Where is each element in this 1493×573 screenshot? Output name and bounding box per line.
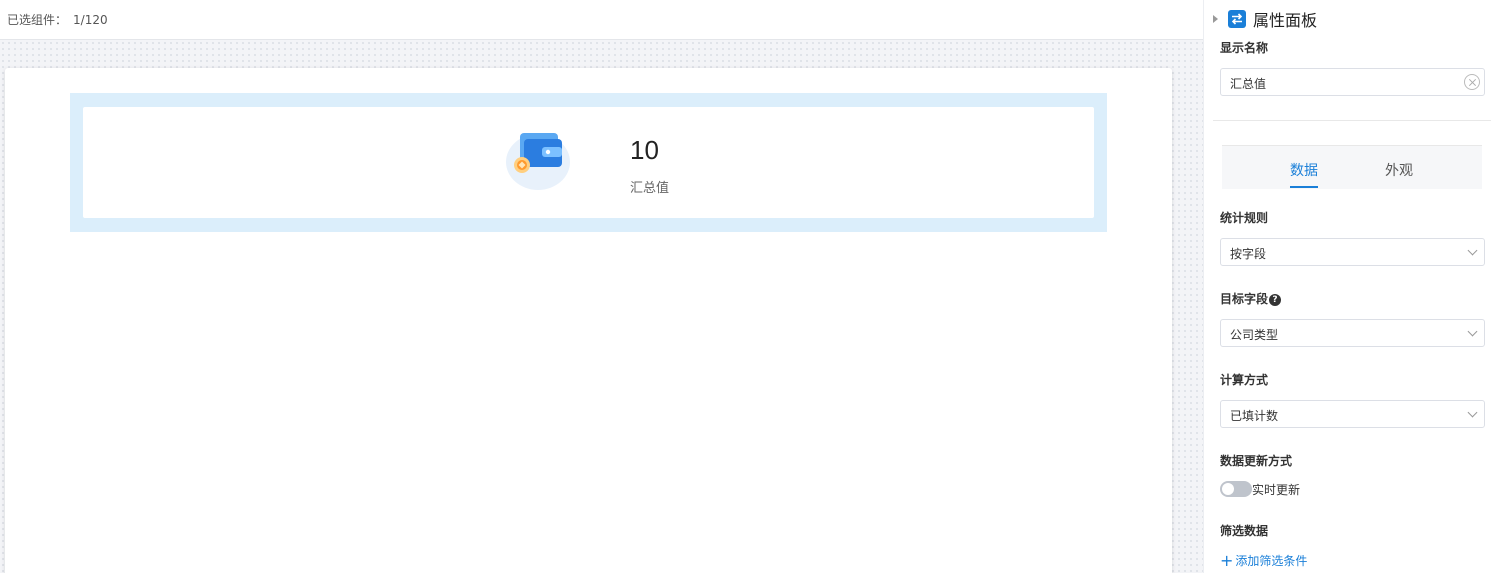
chevron-down-icon	[1467, 407, 1478, 418]
target-field-label: 目标字段	[1220, 292, 1269, 306]
tab-appearance[interactable]: 外观	[1385, 160, 1413, 180]
calc-method-select[interactable]: 已填计数	[1220, 400, 1485, 428]
chevron-down-icon	[1467, 245, 1478, 256]
panel-header[interactable]: 属性面板	[1213, 8, 1317, 30]
stat-rule-label: 统计规则	[1220, 211, 1269, 225]
clear-icon[interactable]	[1464, 74, 1480, 90]
panel-tabs: 数据 外观	[1222, 145, 1482, 189]
collapse-caret-icon[interactable]	[1213, 15, 1218, 23]
add-filter-label: 添加筛选条件	[1235, 554, 1308, 568]
help-icon[interactable]: ?	[1269, 294, 1282, 306]
summary-value: 10	[630, 135, 659, 165]
chevron-down-icon	[1467, 326, 1478, 337]
update-mode-label: 数据更新方式	[1220, 454, 1293, 468]
target-field-value: 公司类型	[1230, 328, 1279, 342]
calc-method-label: 计算方式	[1220, 373, 1269, 387]
summary-label: 汇总值	[630, 181, 670, 196]
property-panel: 属性面板 显示名称 汇总值 数据 外观 统计规则 按字段 目标字段? 公司类型 …	[1203, 0, 1493, 573]
panel-title: 属性面板	[1253, 11, 1318, 30]
section-divider	[1213, 120, 1491, 121]
target-field-label-row: 目标字段?	[1220, 290, 1282, 307]
settings-swap-icon	[1228, 10, 1246, 28]
realtime-update-label: 实时更新	[1252, 483, 1301, 497]
calc-method-value: 已填计数	[1230, 409, 1279, 423]
plus-icon: +	[1220, 550, 1234, 570]
display-name-label: 显示名称	[1220, 41, 1269, 55]
stat-rule-value: 按字段	[1230, 247, 1267, 261]
summary-widget-card[interactable]	[83, 107, 1094, 218]
selected-label: 已选组件：	[7, 13, 68, 27]
display-name-input[interactable]: 汇总值	[1220, 68, 1485, 96]
stat-rule-select[interactable]: 按字段	[1220, 238, 1485, 266]
canvas-toolbar: 已选组件： 1/120	[0, 0, 1203, 40]
realtime-update-toggle[interactable]	[1220, 481, 1252, 497]
filter-data-label: 筛选数据	[1220, 524, 1269, 538]
toggle-knob	[1222, 483, 1234, 495]
active-tab-indicator	[1290, 186, 1318, 188]
target-field-select[interactable]: 公司类型	[1220, 319, 1485, 347]
selected-components-count: 已选组件： 1/120	[7, 11, 108, 28]
display-name-value: 汇总值	[1230, 77, 1267, 91]
selected-count: 1/120	[73, 13, 108, 27]
wallet-icon	[504, 129, 572, 193]
add-filter-button[interactable]: + 添加筛选条件	[1220, 552, 1307, 569]
tab-data[interactable]: 数据	[1290, 160, 1318, 180]
